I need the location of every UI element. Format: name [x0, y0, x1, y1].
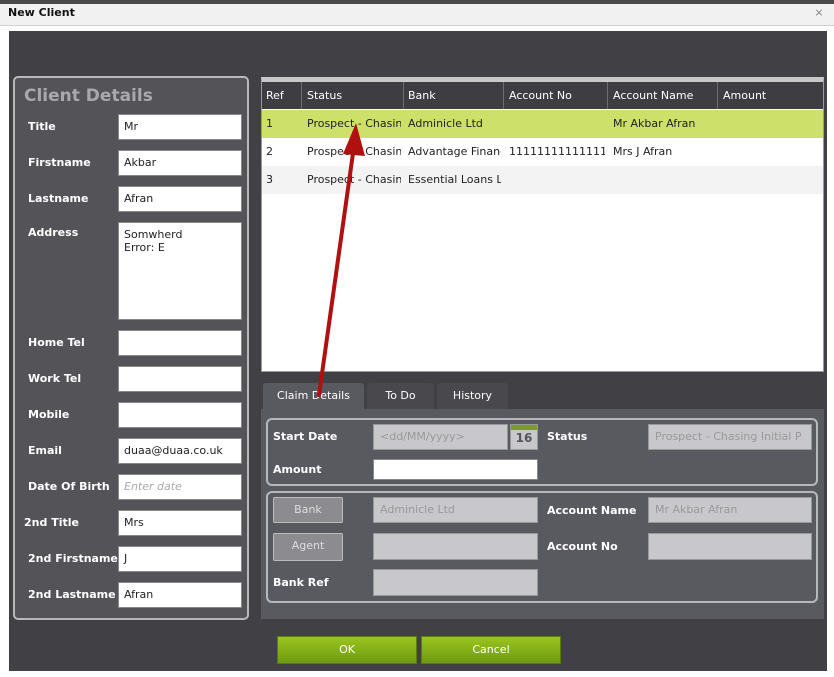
column-divider[interactable] — [503, 82, 504, 109]
calendar-icon[interactable]: 16 — [510, 424, 538, 450]
home-tel-input[interactable] — [118, 330, 242, 356]
second-title-input[interactable]: Mrs — [118, 510, 242, 536]
address-label: Address — [28, 226, 79, 239]
amount-label: Amount — [273, 463, 322, 476]
row-ref: 1 — [266, 117, 273, 130]
window-title-bar — [0, 0, 834, 26]
close-icon[interactable]: ⨯ — [812, 6, 826, 20]
column-divider[interactable] — [301, 82, 302, 109]
column-divider[interactable] — [717, 82, 718, 109]
column-divider[interactable] — [607, 82, 608, 109]
client-details-header: Client Details — [24, 86, 153, 106]
account-no-field[interactable] — [648, 533, 812, 560]
work-tel-input[interactable] — [118, 366, 242, 392]
agent-field[interactable] — [373, 533, 538, 560]
tab-history[interactable]: History — [437, 383, 508, 409]
calendar-day: 16 — [515, 431, 533, 445]
amount-input[interactable] — [373, 459, 538, 480]
dob-label: Date Of Birth — [28, 480, 110, 493]
title-label: Title — [28, 120, 56, 133]
tab-to-do[interactable]: To Do — [367, 383, 434, 409]
second-firstname-input[interactable]: J — [118, 546, 242, 572]
lastname-input[interactable]: Afran — [118, 186, 242, 212]
account-name-label: Account Name — [547, 504, 637, 517]
status-field[interactable]: Prospect - Chasing Initial P — [648, 424, 812, 450]
row-status: Prospect - Chasing Initial Pack — [307, 117, 401, 130]
row-ref: 3 — [266, 173, 273, 186]
second-firstname-label: 2nd Firstname — [28, 552, 118, 565]
row-status: Prospect - Chasing Initial Pack — [307, 173, 401, 186]
second-lastname-label: 2nd Lastname — [28, 588, 116, 601]
second-lastname-input[interactable]: Afran — [118, 582, 242, 608]
row-account-no: 11111111111111 — [509, 145, 605, 158]
firstname-input[interactable]: Akbar — [118, 150, 242, 176]
mobile-input[interactable] — [118, 402, 242, 428]
bank-ref-field[interactable] — [373, 569, 538, 596]
column-header-amount[interactable]: Amount — [723, 89, 766, 102]
email-label: Email — [28, 444, 62, 457]
dob-input[interactable]: Enter date — [118, 474, 242, 500]
bank-ref-label: Bank Ref — [273, 576, 329, 589]
bank-field[interactable]: Adminicle Ltd — [373, 497, 538, 523]
row-bank: Essential Loans Ltd — [408, 173, 501, 186]
ok-button[interactable]: OK — [277, 636, 417, 664]
row-status: Prospect - Chasing Initial Pack — [307, 145, 401, 158]
start-date-label: Start Date — [273, 430, 338, 443]
column-divider[interactable] — [403, 82, 404, 109]
start-date-input[interactable]: <dd/MM/yyyy> — [373, 424, 508, 450]
work-tel-label: Work Tel — [28, 372, 82, 385]
column-header-account-no[interactable]: Account No — [509, 89, 572, 102]
mobile-label: Mobile — [28, 408, 70, 421]
agent-button[interactable]: Agent — [273, 533, 343, 561]
tab-claim-details[interactable]: Claim Details — [263, 383, 364, 409]
email-input[interactable]: duaa@duaa.co.uk — [118, 438, 242, 464]
second-title-label: 2nd Title — [24, 516, 79, 529]
cancel-button[interactable]: Cancel — [421, 636, 561, 664]
column-header-status[interactable]: Status — [307, 89, 342, 102]
row-bank: Advantage Finance — [408, 145, 501, 158]
row-account-name: Mrs J Afran — [613, 145, 673, 158]
address-textarea[interactable]: Somwherd Error: E — [118, 222, 242, 320]
firstname-label: Firstname — [28, 156, 91, 169]
row-ref: 2 — [266, 145, 273, 158]
window-title: New Client — [8, 6, 75, 19]
column-header-bank[interactable]: Bank — [408, 89, 436, 102]
account-no-label: Account No — [547, 540, 618, 553]
column-header-account-name[interactable]: Account Name — [613, 89, 693, 102]
title-input[interactable]: Mr — [118, 114, 242, 140]
home-tel-label: Home Tel — [28, 336, 85, 349]
status-label: Status — [547, 430, 588, 443]
bank-button[interactable]: Bank — [273, 497, 343, 523]
row-bank: Adminicle Ltd — [408, 117, 483, 130]
account-name-field[interactable]: Mr Akbar Afran — [648, 497, 812, 523]
column-header-ref[interactable]: Ref — [266, 89, 284, 102]
lastname-label: Lastname — [28, 192, 89, 205]
row-account-name: Mr Akbar Afran — [613, 117, 696, 130]
